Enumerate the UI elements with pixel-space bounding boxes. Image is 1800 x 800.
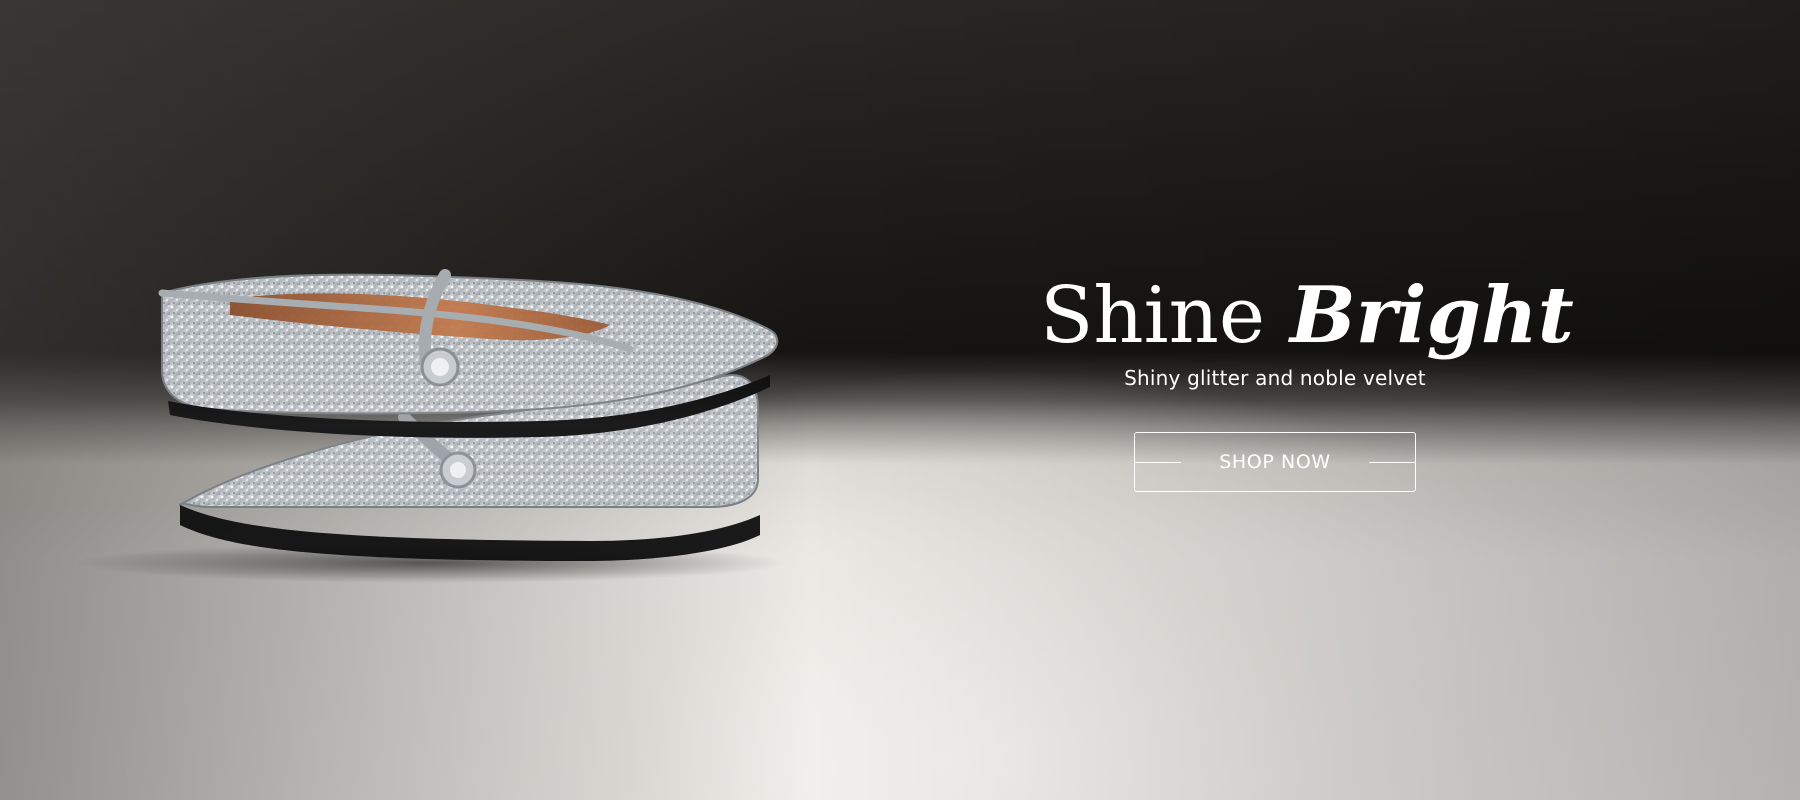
headline-regular: Shine [1040, 271, 1266, 361]
hero-subheadline: Shiny glitter and noble velvet [1124, 365, 1426, 390]
headline-italic: Bright [1289, 270, 1574, 361]
product-image[interactable] [70, 265, 830, 595]
hero-copy: Shine Bright Shiny glitter and noble vel… [1040, 275, 1574, 492]
cta-line-left-icon [1135, 461, 1181, 463]
shoe-illustration [75, 269, 785, 583]
hero-banner: Shine Bright Shiny glitter and noble vel… [0, 0, 1800, 800]
shop-now-button[interactable]: SHOP NOW [1134, 431, 1416, 492]
cta-line-right-icon [1369, 461, 1415, 463]
shop-now-label: SHOP NOW [1219, 450, 1331, 473]
hero-headline: Shine Bright [1040, 275, 1574, 358]
